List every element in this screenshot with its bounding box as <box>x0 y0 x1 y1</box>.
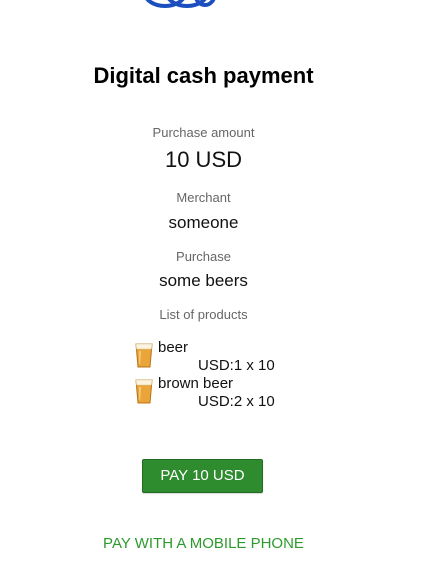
pay-with-mobile-link[interactable]: PAY WITH A MOBILE PHONE <box>0 535 407 553</box>
product-price: USD:2 x 10 <box>198 393 275 410</box>
pay-button[interactable]: PAY 10 USD <box>142 459 263 493</box>
list-item: brown beer USD:2 x 10 <box>130 375 290 411</box>
page-title: Digital cash payment <box>93 63 314 88</box>
purchase-amount-label: Purchase amount <box>152 125 255 140</box>
purchase-value: some beers <box>159 271 248 290</box>
product-name: beer <box>158 339 189 356</box>
bank-logo <box>135 0 225 8</box>
purchase-amount-value: 10 USD <box>164 147 243 172</box>
beer-glass-icon <box>133 340 155 370</box>
merchant-value: someone <box>168 213 239 232</box>
product-list-label: List of products <box>159 307 248 322</box>
product-list: beer USD:1 x 10 brown beer USD:2 x 10 <box>130 339 290 411</box>
merchant-label: Merchant <box>176 190 231 205</box>
purchase-label: Purchase <box>176 249 231 264</box>
list-item: beer USD:1 x 10 <box>130 339 290 375</box>
bank-logo-icon <box>145 0 216 8</box>
beer-glass-icon <box>133 376 155 406</box>
product-name: brown beer <box>158 375 234 392</box>
product-price: USD:1 x 10 <box>198 357 275 374</box>
